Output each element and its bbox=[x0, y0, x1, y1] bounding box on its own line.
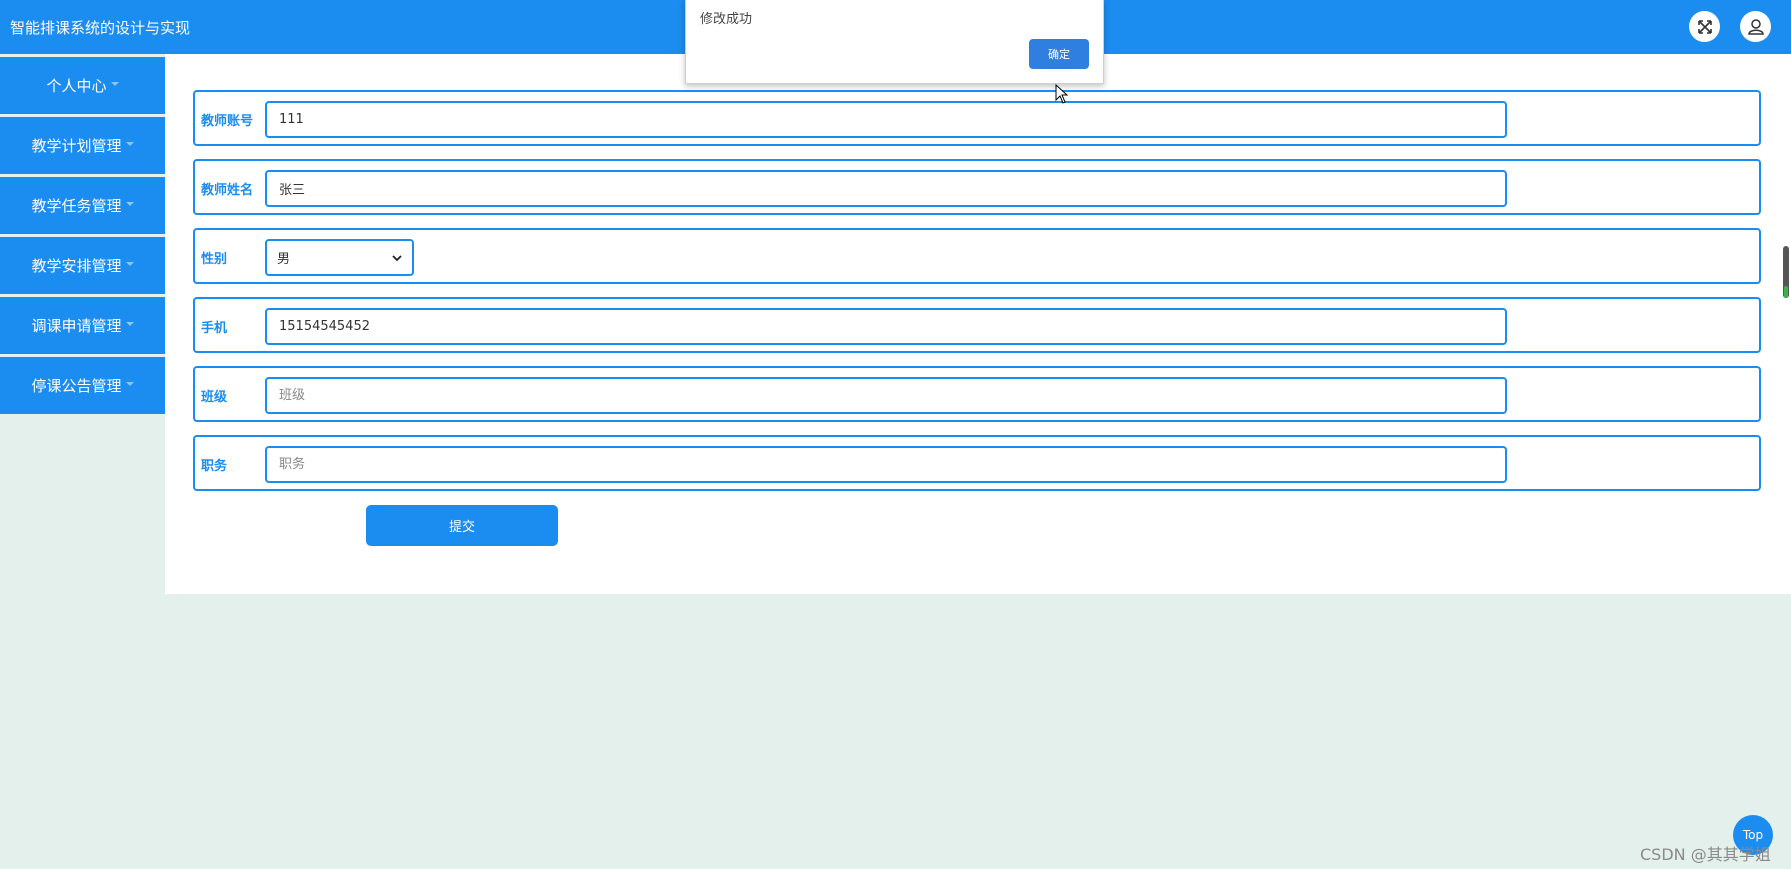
sidebar-item-personal-center[interactable]: 个人中心 bbox=[0, 57, 165, 114]
chevron-down-icon bbox=[125, 321, 134, 326]
class-label: 班级 bbox=[201, 390, 228, 405]
form-row-phone: 手机 bbox=[193, 297, 1761, 353]
gender-select[interactable]: 男 bbox=[265, 239, 414, 276]
chevron-down-icon bbox=[110, 81, 119, 86]
user-menu-button[interactable] bbox=[1740, 11, 1771, 42]
duty-field[interactable] bbox=[265, 446, 1507, 483]
name-label: 教师姓名 bbox=[201, 183, 254, 198]
chevron-down-icon bbox=[125, 201, 134, 206]
sidebar-item-teaching-arrangement[interactable]: 教学安排管理 bbox=[0, 237, 165, 294]
sidebar-item-label: 教学安排管理 bbox=[31, 257, 122, 275]
chevron-down-icon bbox=[125, 261, 134, 266]
dialog-message: 修改成功 bbox=[700, 12, 753, 27]
form-row-duty: 职务 bbox=[193, 435, 1761, 491]
name-field[interactable] bbox=[265, 170, 1507, 207]
dialog-ok-button[interactable]: 确定 bbox=[1029, 39, 1089, 69]
app-title: 智能排课系统的设计与实现 bbox=[10, 19, 191, 37]
form-row-name: 教师姓名 bbox=[193, 159, 1761, 215]
chevron-down-icon bbox=[125, 141, 134, 146]
submit-button[interactable]: 提交 bbox=[366, 505, 558, 546]
sidebar-item-label: 个人中心 bbox=[46, 77, 107, 95]
form-row-class: 班级 bbox=[193, 366, 1761, 422]
account-label: 教师账号 bbox=[201, 114, 254, 129]
class-field[interactable] bbox=[265, 377, 1507, 414]
fullscreen-button[interactable] bbox=[1689, 11, 1720, 42]
chevron-down-icon bbox=[125, 381, 134, 386]
account-field[interactable] bbox=[265, 101, 1507, 138]
phone-label: 手机 bbox=[201, 321, 228, 336]
chevron-down-icon bbox=[392, 254, 402, 261]
sidebar-item-label: 教学任务管理 bbox=[31, 197, 122, 215]
scrollbar-indicator bbox=[1784, 286, 1788, 298]
gender-selected-value: 男 bbox=[277, 252, 291, 267]
gender-label: 性别 bbox=[201, 252, 228, 267]
sidebar-item-teaching-task[interactable]: 教学任务管理 bbox=[0, 177, 165, 234]
user-icon bbox=[1747, 18, 1764, 35]
duty-label: 职务 bbox=[201, 459, 228, 474]
sidebar-item-label: 教学计划管理 bbox=[31, 137, 122, 155]
sidebar-item-label: 调课申请管理 bbox=[31, 317, 122, 335]
watermark: CSDN @其其学姐 bbox=[1640, 845, 1771, 864]
phone-field[interactable] bbox=[265, 308, 1507, 345]
alert-dialog: 修改成功 确定 bbox=[685, 0, 1104, 84]
form-row-account: 教师账号 bbox=[193, 90, 1761, 146]
expand-icon bbox=[1697, 19, 1712, 34]
sidebar: 个人中心 教学计划管理 教学任务管理 教学安排管理 调课申请管理 停课公告管理 bbox=[0, 57, 165, 417]
mouse-cursor-icon bbox=[1055, 84, 1069, 104]
sidebar-item-teaching-plan[interactable]: 教学计划管理 bbox=[0, 117, 165, 174]
sidebar-item-course-change[interactable]: 调课申请管理 bbox=[0, 297, 165, 354]
form-row-gender: 性别 男 bbox=[193, 228, 1761, 284]
sidebar-item-suspension-notice[interactable]: 停课公告管理 bbox=[0, 357, 165, 414]
sidebar-item-label: 停课公告管理 bbox=[31, 377, 122, 395]
